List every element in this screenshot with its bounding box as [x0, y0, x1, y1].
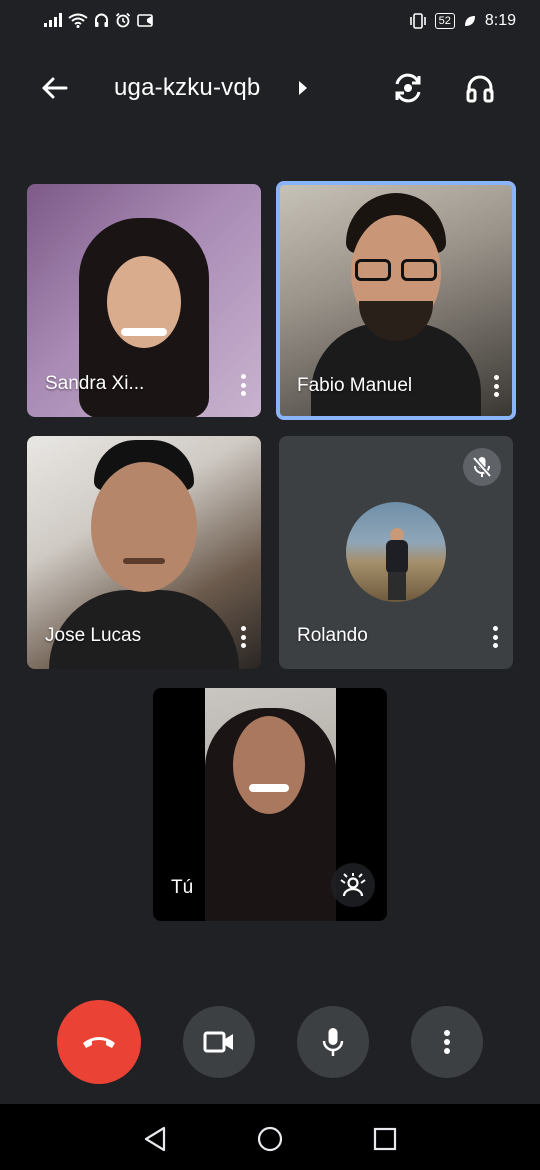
participant-name: Fabio Manuel [297, 375, 413, 396]
wifi-icon [68, 13, 88, 28]
nav-home-button[interactable] [255, 1124, 285, 1154]
participant-options-button[interactable] [487, 623, 503, 651]
more-options-button[interactable] [411, 1006, 483, 1078]
camera-toggle-button[interactable] [183, 1006, 255, 1078]
caret-right-icon[interactable] [298, 81, 308, 95]
avatar [346, 502, 446, 602]
camera-icon [203, 1031, 233, 1053]
headset-icon [95, 13, 108, 27]
participant-tile-active[interactable]: Fabio Manuel [276, 181, 516, 420]
self-video [205, 688, 336, 921]
back-arrow-icon [42, 77, 68, 99]
status-time: 8:19 [484, 12, 516, 29]
signal-icon [44, 13, 62, 27]
end-call-icon [83, 1037, 115, 1048]
self-name: Tú [171, 877, 194, 898]
participant-name: Rolando [297, 625, 368, 646]
nav-back-button[interactable] [140, 1124, 170, 1154]
recents-square-icon [373, 1127, 397, 1151]
leaf-icon [464, 16, 475, 26]
status-icons-left [44, 12, 153, 28]
status-bar: 52 8:19 [0, 0, 540, 46]
alarm-icon [115, 12, 131, 28]
battery-icon: 52 [434, 13, 455, 29]
self-view-tile[interactable]: Tú [153, 688, 387, 921]
participant-name: Sandra Xi... [45, 373, 145, 394]
system-nav-bar [0, 1104, 540, 1170]
participant-options-button[interactable] [488, 372, 504, 400]
status-icons-right: 52 8:19 [409, 12, 516, 30]
mic-off-icon [472, 456, 492, 478]
call-header: uga-kzku-vqb [0, 62, 540, 114]
more-vert-icon [444, 1030, 450, 1054]
self-effects-button[interactable] [331, 863, 375, 907]
vibrate-icon [409, 13, 426, 29]
muted-badge [463, 448, 501, 486]
end-call-button[interactable] [57, 1000, 141, 1084]
home-circle-icon [257, 1126, 283, 1152]
background-effects-icon [340, 873, 366, 897]
participant-name: Jose Lucas [45, 625, 142, 646]
microphone-icon [322, 1028, 344, 1056]
participant-options-button[interactable] [235, 371, 251, 399]
back-triangle-icon [144, 1126, 166, 1152]
audio-output-button[interactable] [460, 68, 500, 108]
nav-recents-button[interactable] [370, 1124, 400, 1154]
participant-tile[interactable]: Sandra Xi... [27, 184, 261, 417]
cast-icon [137, 13, 153, 27]
meeting-code[interactable]: uga-kzku-vqb [114, 74, 260, 102]
microphone-toggle-button[interactable] [297, 1006, 369, 1078]
meet-call-screen: 52 8:19 uga-kzku-vqb Sandra Xi... Fabio … [0, 0, 540, 1170]
headphones-icon [466, 75, 494, 103]
participant-options-button[interactable] [235, 623, 251, 651]
switch-camera-icon [395, 73, 421, 103]
switch-camera-button[interactable] [388, 68, 428, 108]
participant-tile[interactable]: Jose Lucas [27, 436, 261, 669]
back-button[interactable] [36, 70, 72, 106]
participant-tile-muted[interactable]: Rolando [279, 436, 513, 669]
call-controls [0, 1000, 540, 1086]
